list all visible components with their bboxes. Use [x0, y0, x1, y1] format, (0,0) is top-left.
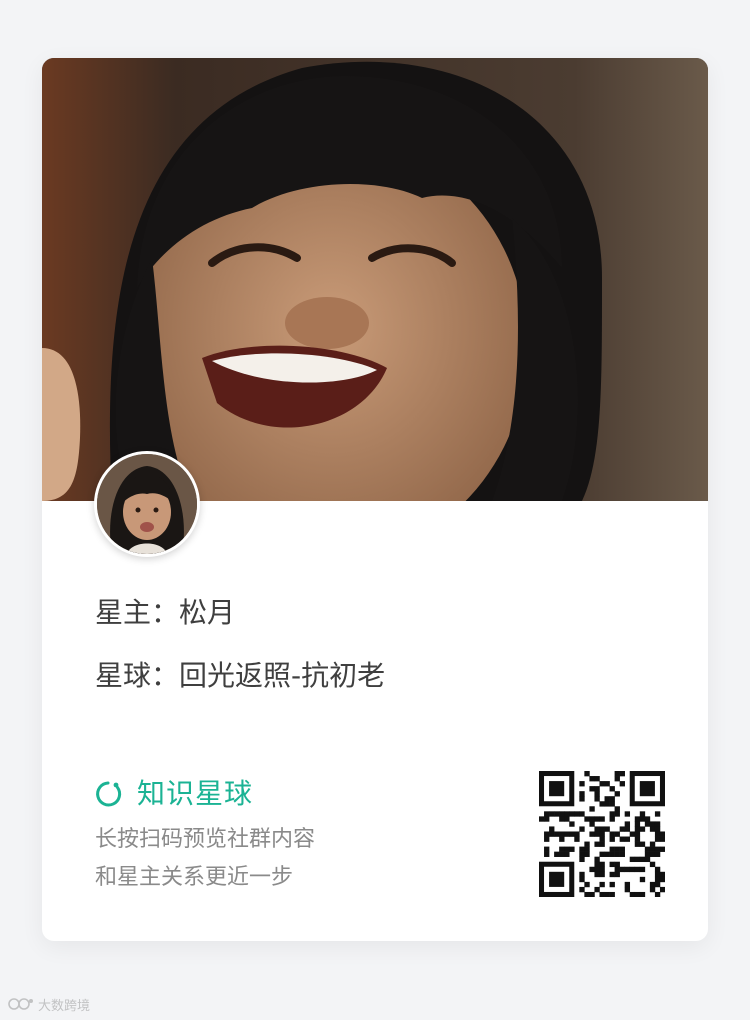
planet-label: 星球： [95, 659, 180, 692]
watermark-logo-icon [8, 996, 34, 1012]
owner-line: 星主：松月 [95, 595, 235, 631]
planet-name: 回光返照-抗初老 [179, 659, 386, 692]
brand: 知识星球 [93, 776, 253, 812]
watermark-text: 大数跨境 [38, 998, 91, 1014]
description-line-1: 长按扫码预览社群内容 [95, 827, 316, 852]
qr-code[interactable] [539, 771, 666, 898]
brand-name: 知识星球 [137, 777, 254, 810]
zsxq-logo-icon [93, 779, 123, 809]
owner-label: 星主： [95, 596, 180, 629]
owner-name: 松月 [179, 596, 236, 629]
owner-avatar[interactable] [94, 451, 200, 557]
cover-image [42, 58, 708, 501]
share-card: 星主：松月 星球：回光返照-抗初老 知识星球 长按扫码预览社群内容 和星主关系更… [42, 58, 708, 941]
planet-line: 星球：回光返照-抗初老 [95, 658, 385, 694]
description-line-2: 和星主关系更近一步 [95, 865, 294, 890]
watermark: 大数跨境 [8, 994, 90, 1014]
